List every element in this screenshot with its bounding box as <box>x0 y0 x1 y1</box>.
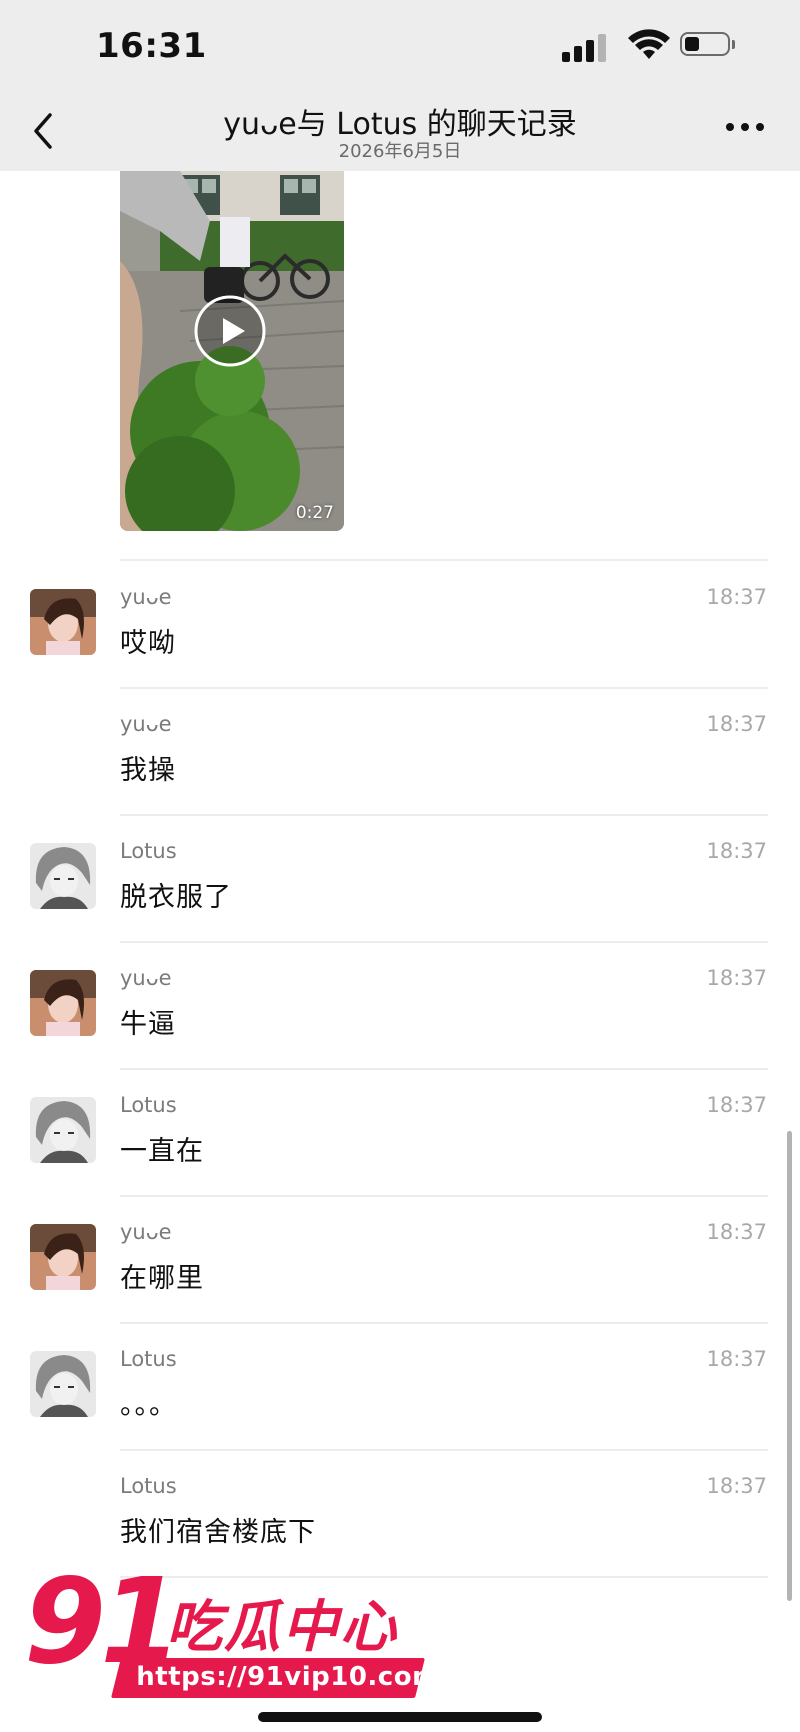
message-row[interactable]: yuᴗe 18:37 哎呦 <box>0 561 800 687</box>
message-text: 我操 <box>120 755 176 786</box>
nav-bar: yuᴗe与 Lotus 的聊天记录 2026年6月5日 <box>0 95 800 171</box>
message-time: 18:37 <box>706 585 767 609</box>
cellular-signal-icon <box>562 32 608 62</box>
yuᴗe-avatar[interactable] <box>30 970 96 1036</box>
play-icon[interactable] <box>194 295 266 367</box>
site-watermark: 91 吃瓜中心 https://91vip10.com <box>24 1552 440 1706</box>
message-time: 18:37 <box>706 1093 767 1117</box>
message-sender: Lotus <box>120 1474 177 1498</box>
message-text: 脱衣服了 <box>120 882 232 913</box>
lotus-avatar[interactable] <box>30 843 96 909</box>
battery-icon <box>680 32 735 56</box>
yuᴗe-avatar[interactable] <box>30 1224 96 1290</box>
status-time: 16:31 <box>96 26 207 66</box>
watermark-url: https://91vip10.com <box>136 1662 440 1692</box>
message-row[interactable]: yuᴗe 18:37 牛逼 <box>0 942 800 1068</box>
scrollbar[interactable] <box>787 1131 792 1601</box>
watermark-title: 吃瓜中心 <box>166 1595 398 1660</box>
message-sender: Lotus <box>120 839 177 863</box>
message-row[interactable]: Lotus 18:37 一直在 <box>0 1069 800 1195</box>
message-sender: Lotus <box>120 1093 177 1117</box>
message-row[interactable]: yuᴗe 18:37 在哪里 <box>0 1196 800 1322</box>
message-time: 18:37 <box>706 1347 767 1371</box>
message-text: 在哪里 <box>120 1263 204 1294</box>
message-text: 我们宿舍楼底下 <box>120 1517 316 1548</box>
watermark-url-banner: https://91vip10.com <box>111 1658 440 1698</box>
video-message-thumbnail[interactable]: 0:27 <box>120 171 344 531</box>
video-duration: 0:27 <box>295 503 334 523</box>
message-text: 一直在 <box>120 1136 204 1167</box>
message-time: 18:37 <box>706 966 767 990</box>
home-indicator[interactable] <box>258 1712 542 1722</box>
message-sender: yuᴗe <box>120 1220 172 1244</box>
message-text: 哎呦 <box>120 628 176 659</box>
chat-record-list[interactable]: 0:27 yuᴗe 18:37 哎呦 yuᴗe 18:37 我操 Lotus 1… <box>0 171 800 1732</box>
message-time: 18:37 <box>706 1220 767 1244</box>
message-row[interactable]: yuᴗe 18:37 我操 <box>0 688 800 814</box>
lotus-avatar[interactable] <box>30 1097 96 1163</box>
message-text: 。。。 <box>120 1390 177 1421</box>
message-sender: yuᴗe <box>120 585 172 609</box>
message-row[interactable]: Lotus 18:37 脱衣服了 <box>0 815 800 941</box>
message-time: 18:37 <box>706 839 767 863</box>
yuᴗe-avatar[interactable] <box>30 589 96 655</box>
lotus-avatar[interactable] <box>30 1351 96 1417</box>
message-time: 18:37 <box>706 1474 767 1498</box>
message-sender: Lotus <box>120 1347 177 1371</box>
message-time: 18:37 <box>706 712 767 736</box>
chat-history-date: 2026年6月5日 <box>338 141 462 162</box>
message-sender: yuᴗe <box>120 712 172 736</box>
more-options-icon[interactable] <box>726 123 766 139</box>
status-bar: 16:31 <box>0 0 800 95</box>
wifi-icon <box>628 29 670 59</box>
message-sender: yuᴗe <box>120 966 172 990</box>
message-row[interactable]: Lotus 18:37 。。。 <box>0 1323 800 1449</box>
message-text: 牛逼 <box>120 1009 176 1040</box>
